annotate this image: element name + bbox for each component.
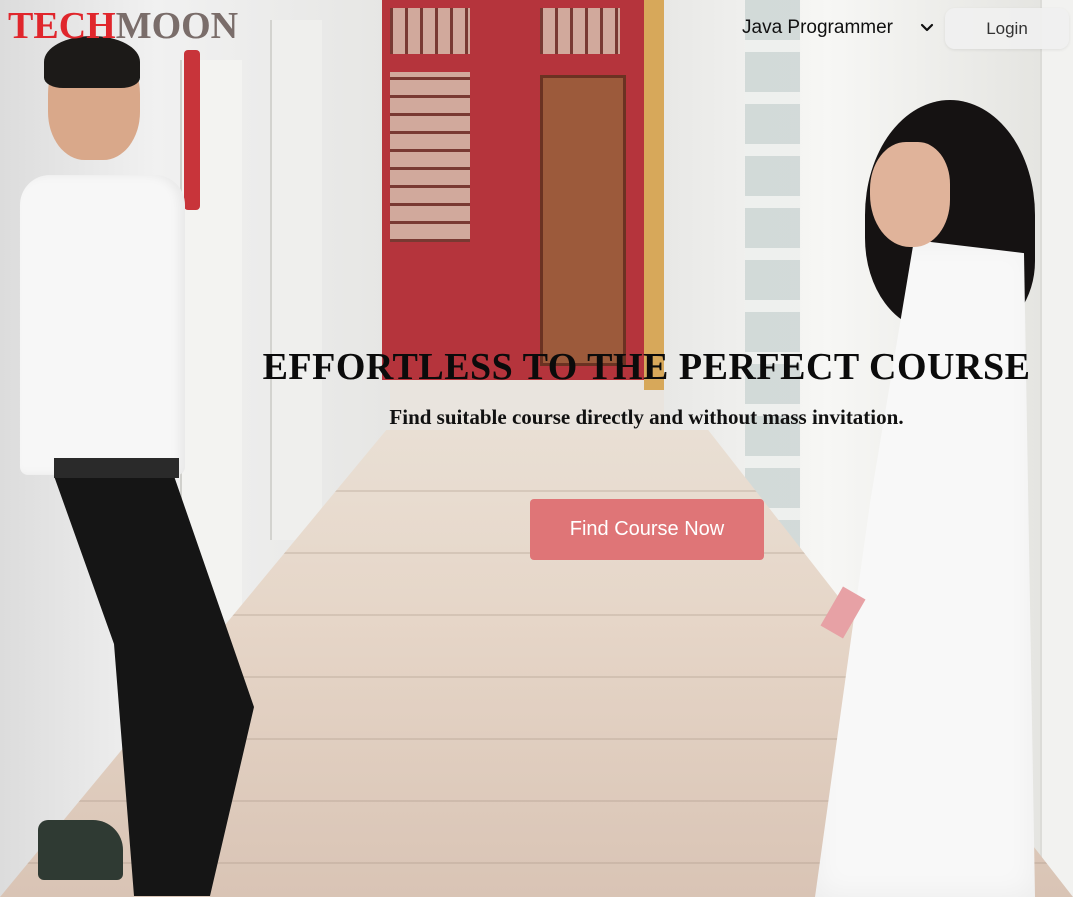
background-window (390, 72, 470, 242)
hero-section (0, 0, 1073, 897)
background-window (745, 0, 800, 560)
background-door (270, 20, 322, 540)
brand-logo-part2: MOON (115, 5, 239, 47)
login-button[interactable]: Login (945, 8, 1069, 49)
background-pillar (644, 0, 664, 390)
background-pillar (1040, 0, 1073, 897)
boy-belt (54, 458, 179, 478)
boy-shoe (38, 820, 123, 880)
find-course-button[interactable]: Find Course Now (530, 499, 764, 560)
hero-subtitle: Find suitable course directly and withou… (389, 405, 904, 429)
hero-image-student-girl (810, 100, 1040, 897)
brand-logo[interactable]: TECHMOON (8, 4, 238, 48)
hero-image-student-boy (20, 36, 260, 897)
course-select[interactable]: Java Programmer (742, 15, 938, 41)
brand-logo-part1: TECH (8, 5, 116, 47)
background-back-door (540, 75, 626, 366)
course-select-value: Java Programmer (742, 17, 893, 38)
navbar: TECHMOON Java Programmer Login (0, 0, 1073, 56)
girl-dress (815, 240, 1035, 897)
boy-shirt (20, 175, 185, 475)
chevron-down-icon (916, 17, 938, 39)
girl-face (870, 142, 950, 247)
hero-title: EFFORTLESS TO THE PERFECT COURSE (262, 346, 1031, 388)
